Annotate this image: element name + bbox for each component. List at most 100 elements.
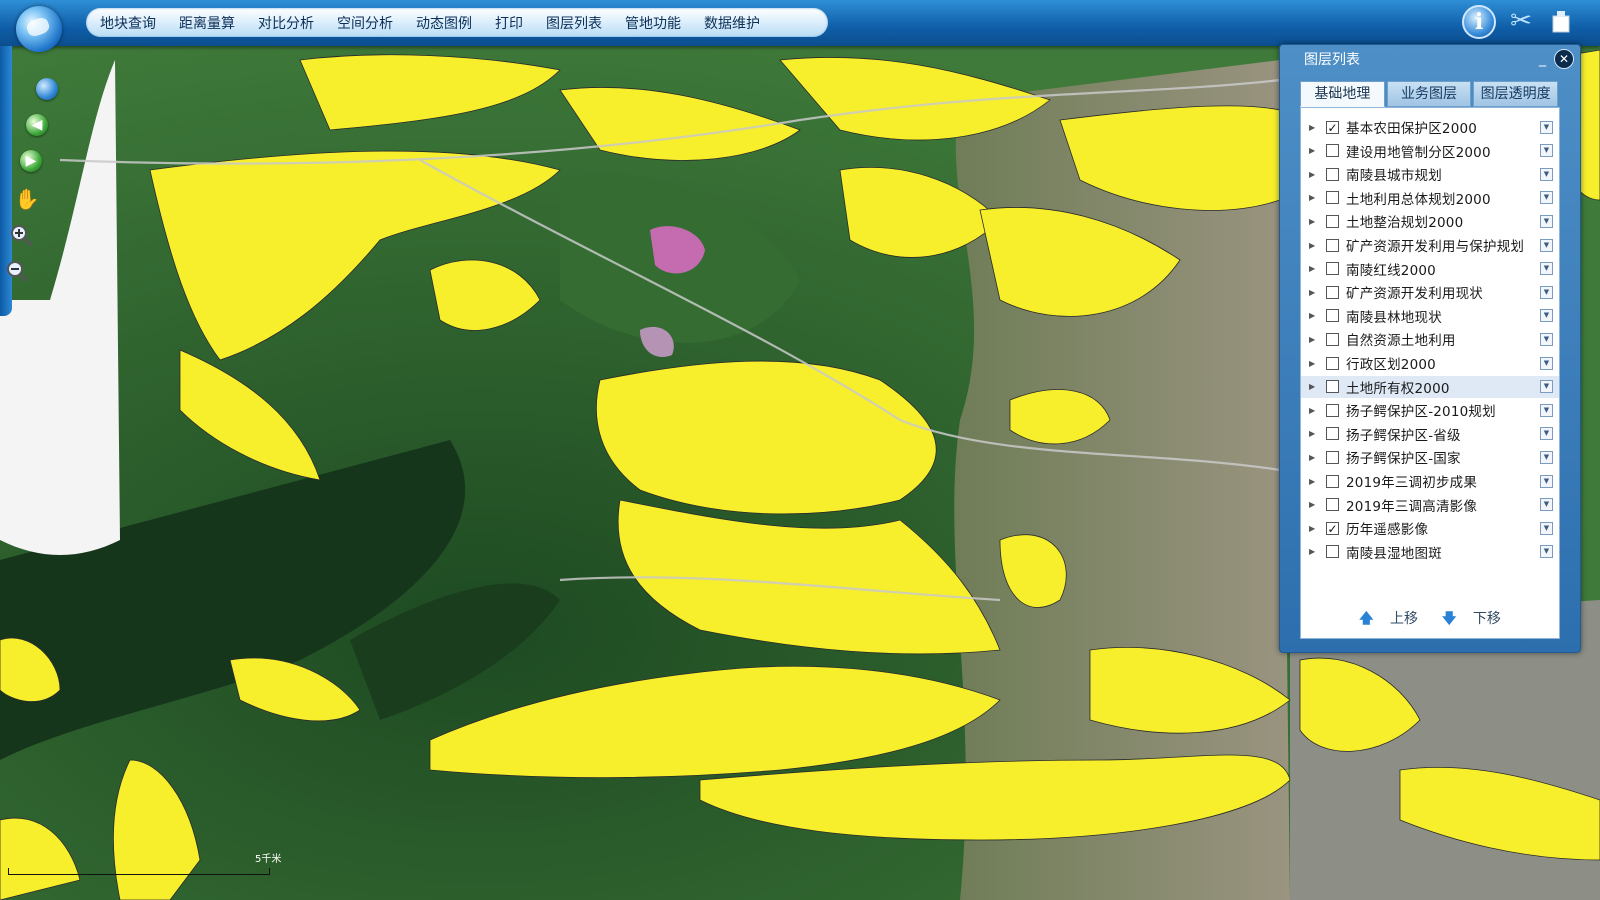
layer-options-dropdown-icon[interactable]: ▼ (1540, 238, 1553, 252)
layer-checkbox[interactable] (1326, 403, 1339, 417)
layer-options-dropdown-icon[interactable]: ▼ (1540, 309, 1553, 323)
layer-row[interactable]: ▶ 南陵县湿地图斑 ▼ (1301, 541, 1559, 563)
expand-triangle-icon[interactable]: ▶ (1309, 335, 1319, 344)
layer-row[interactable]: ▶ ✓ 基本农田保护区2000 ▼ (1301, 116, 1559, 138)
layer-row[interactable]: ▶ 2019年三调初步成果 ▼ (1301, 470, 1559, 492)
zoom-out-icon[interactable] (4, 258, 30, 284)
tab-base-geography[interactable]: 基础地理 (1300, 81, 1385, 107)
expand-triangle-icon[interactable]: ▶ (1309, 500, 1319, 509)
layer-options-dropdown-icon[interactable]: ▼ (1540, 262, 1553, 276)
layer-checkbox[interactable] (1326, 356, 1339, 370)
layer-options-dropdown-icon[interactable]: ▼ (1540, 356, 1553, 370)
expand-triangle-icon[interactable]: ▶ (1309, 170, 1319, 179)
layer-options-dropdown-icon[interactable]: ▼ (1540, 214, 1553, 228)
expand-triangle-icon[interactable]: ▶ (1309, 288, 1319, 297)
layer-options-dropdown-icon[interactable]: ▼ (1540, 167, 1553, 181)
layer-options-dropdown-icon[interactable]: ▼ (1540, 285, 1553, 299)
move-up-button[interactable]: 🡅 上移 (1353, 611, 1424, 627)
layer-checkbox[interactable] (1326, 498, 1339, 512)
layer-options-dropdown-icon[interactable]: ▼ (1540, 144, 1553, 158)
back-arrow-icon[interactable]: ◀ (24, 112, 50, 138)
info-icon[interactable]: i (1462, 5, 1496, 39)
layer-options-dropdown-icon[interactable]: ▼ (1540, 403, 1553, 417)
layer-options-dropdown-icon[interactable]: ▼ (1540, 521, 1553, 535)
close-icon[interactable]: ✕ (1554, 49, 1574, 69)
layer-checkbox[interactable]: ✓ (1326, 120, 1339, 134)
move-down-button[interactable]: 🡇 下移 (1436, 611, 1507, 627)
menu-parcel-query[interactable]: 地块查询 (100, 13, 156, 33)
layer-options-dropdown-icon[interactable]: ▼ (1540, 332, 1553, 346)
menu-land-management[interactable]: 管地功能 (625, 13, 681, 33)
layer-row[interactable]: ▶ 南陵县林地现状 ▼ (1301, 305, 1559, 327)
layer-checkbox[interactable] (1326, 191, 1339, 205)
layer-row[interactable]: ▶ 矿产资源开发利用与保护规划 ▼ (1301, 234, 1559, 256)
layer-row[interactable]: ▶ 扬子鳄保护区-2010规划 ▼ (1301, 399, 1559, 421)
layer-options-dropdown-icon[interactable]: ▼ (1540, 427, 1553, 441)
expand-triangle-icon[interactable]: ▶ (1309, 123, 1319, 132)
tab-business-layers[interactable]: 业务图层 (1386, 81, 1472, 107)
layer-row[interactable]: ▶ 土地利用总体规划2000 ▼ (1301, 187, 1559, 209)
layer-checkbox[interactable] (1326, 167, 1339, 181)
layer-row[interactable]: ▶ ✓ 历年遥感影像 ▼ (1301, 517, 1559, 539)
layer-options-dropdown-icon[interactable]: ▼ (1540, 545, 1553, 559)
layer-row[interactable]: ▶ 南陵县城市规划 ▼ (1301, 163, 1559, 185)
expand-triangle-icon[interactable]: ▶ (1309, 547, 1319, 556)
menu-compare-analysis[interactable]: 对比分析 (258, 13, 314, 33)
expand-triangle-icon[interactable]: ▶ (1309, 217, 1319, 226)
expand-triangle-icon[interactable]: ▶ (1309, 524, 1319, 533)
layer-checkbox[interactable] (1326, 545, 1339, 559)
layer-checkbox[interactable] (1326, 285, 1339, 299)
expand-triangle-icon[interactable]: ▶ (1309, 311, 1319, 320)
layer-checkbox[interactable] (1326, 332, 1339, 346)
layer-checkbox[interactable] (1326, 427, 1339, 441)
layer-row[interactable]: ▶ 矿产资源开发利用现状 ▼ (1301, 281, 1559, 303)
expand-triangle-icon[interactable]: ▶ (1309, 406, 1319, 415)
menu-dynamic-legend[interactable]: 动态图例 (416, 13, 472, 33)
layer-checkbox[interactable] (1326, 450, 1339, 464)
layer-row[interactable]: ▶ 土地所有权2000 ▼ (1301, 375, 1559, 398)
layer-options-dropdown-icon[interactable]: ▼ (1540, 120, 1553, 134)
scissors-icon[interactable]: ✂ (1504, 4, 1538, 38)
layer-checkbox[interactable] (1326, 144, 1339, 158)
layer-checkbox[interactable] (1326, 262, 1339, 276)
tab-layer-opacity[interactable]: 图层透明度 (1473, 81, 1559, 107)
layer-options-dropdown-icon[interactable]: ▼ (1540, 498, 1553, 512)
pan-hand-icon[interactable]: ✋ (14, 186, 40, 212)
eraser-icon[interactable] (1548, 4, 1574, 38)
layer-checkbox[interactable] (1326, 214, 1339, 228)
zoom-in-icon[interactable] (8, 222, 34, 248)
layer-options-dropdown-icon[interactable]: ▼ (1540, 450, 1553, 464)
expand-triangle-icon[interactable]: ▶ (1309, 264, 1319, 273)
layer-row[interactable]: ▶ 行政区划2000 ▼ (1301, 352, 1559, 374)
layer-options-dropdown-icon[interactable]: ▼ (1540, 380, 1553, 394)
layer-checkbox[interactable] (1326, 309, 1339, 323)
minimize-button[interactable]: _ (1539, 51, 1546, 67)
layer-row[interactable]: ▶ 自然资源土地利用 ▼ (1301, 328, 1559, 350)
layer-checkbox[interactable]: ✓ (1326, 521, 1339, 535)
expand-triangle-icon[interactable]: ▶ (1309, 241, 1319, 250)
menu-layer-list[interactable]: 图层列表 (546, 13, 602, 33)
expand-triangle-icon[interactable]: ▶ (1309, 193, 1319, 202)
menu-spatial-analysis[interactable]: 空间分析 (337, 13, 393, 33)
layer-row[interactable]: ▶ 南陵红线2000 ▼ (1301, 258, 1559, 280)
expand-triangle-icon[interactable]: ▶ (1309, 146, 1319, 155)
layer-row[interactable]: ▶ 2019年三调高清影像 ▼ (1301, 494, 1559, 516)
expand-triangle-icon[interactable]: ▶ (1309, 359, 1319, 368)
menu-data-maintenance[interactable]: 数据维护 (704, 13, 760, 33)
layer-checkbox[interactable] (1326, 238, 1339, 252)
layer-row[interactable]: ▶ 扬子鳄保护区-国家 ▼ (1301, 446, 1559, 468)
layer-checkbox[interactable] (1326, 474, 1339, 488)
menu-print[interactable]: 打印 (495, 13, 523, 33)
layer-row[interactable]: ▶ 土地整治规划2000 ▼ (1301, 210, 1559, 232)
menu-distance-measure[interactable]: 距离量算 (179, 13, 235, 33)
layer-row[interactable]: ▶ 扬子鳄保护区-省级 ▼ (1301, 423, 1559, 445)
expand-triangle-icon[interactable]: ▶ (1309, 429, 1319, 438)
expand-triangle-icon[interactable]: ▶ (1309, 477, 1319, 486)
globe-icon[interactable] (34, 76, 60, 102)
layer-checkbox[interactable] (1326, 380, 1339, 394)
layer-options-dropdown-icon[interactable]: ▼ (1540, 474, 1553, 488)
expand-triangle-icon[interactable]: ▶ (1309, 382, 1319, 391)
expand-triangle-icon[interactable]: ▶ (1309, 453, 1319, 462)
forward-arrow-icon[interactable]: ▶ (18, 148, 44, 174)
layer-options-dropdown-icon[interactable]: ▼ (1540, 191, 1553, 205)
